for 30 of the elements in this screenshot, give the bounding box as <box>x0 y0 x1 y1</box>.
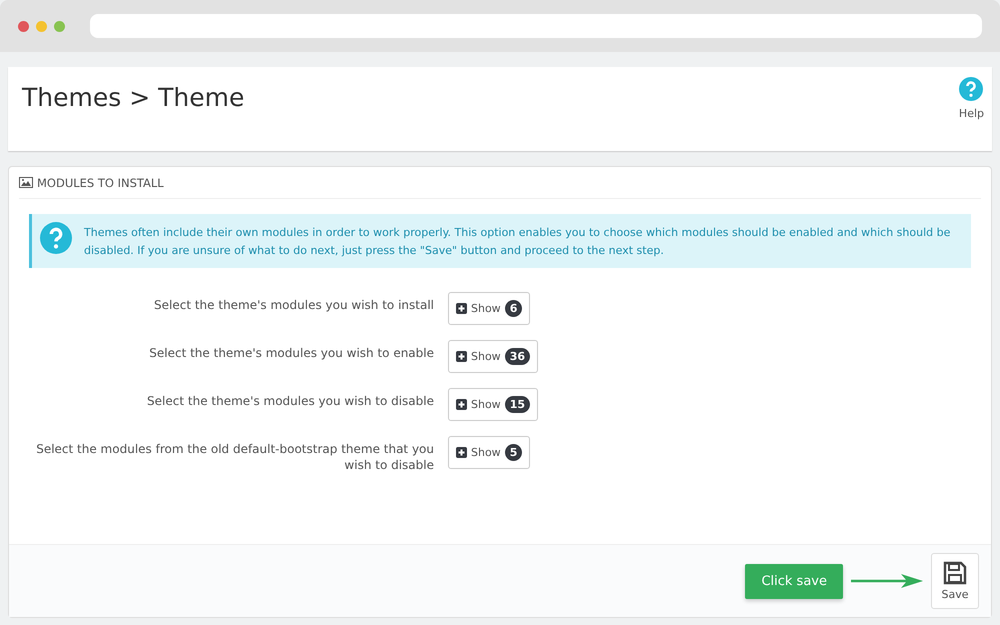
show-button[interactable]: Show 15 <box>448 388 538 422</box>
help-icon <box>40 222 72 254</box>
show-button[interactable]: Show 6 <box>448 292 530 326</box>
row-label: Select the theme's modules you wish to enable <box>148 345 434 362</box>
plus-icon <box>456 351 467 362</box>
count-badge: 5 <box>504 444 522 462</box>
arrow-icon <box>851 574 923 588</box>
count-badge: 36 <box>504 348 530 366</box>
save-button[interactable]: Save <box>931 553 979 609</box>
row-label: Select the theme's modules you wish to install <box>153 297 434 314</box>
row-label: Select the theme's modules you wish to disable <box>146 393 434 410</box>
callout-label: Click save <box>745 564 843 598</box>
row-label: Select the modules from the old default-bootstrap theme that you wish to disable <box>35 441 434 474</box>
address-bar[interactable] <box>90 14 982 38</box>
help-icon <box>959 77 984 101</box>
show-button[interactable]: Show 5 <box>448 436 530 470</box>
close-dot[interactable] <box>18 20 29 32</box>
count-badge: 6 <box>504 300 522 318</box>
breadcrumb-title: Themes > Theme <box>22 83 244 114</box>
image-icon <box>19 177 33 188</box>
plus-icon <box>456 303 467 314</box>
info-text: Themes often include their own modules in order to work properly. This option enables you to choose which modules should be enabled and which should be disabled. If you are unsure of what to do next, just press the "Save" button and proceed to the next step. <box>84 225 951 259</box>
count-badge: 15 <box>504 396 530 414</box>
help-link[interactable]: Help <box>958 67 984 151</box>
show-button[interactable]: Show 36 <box>448 340 538 374</box>
maximize-dot[interactable] <box>54 20 65 32</box>
plus-icon <box>456 399 467 410</box>
plus-icon <box>456 447 467 458</box>
panel-title: MODULES TO INSTALL <box>37 176 164 190</box>
minimize-dot[interactable] <box>36 20 47 32</box>
